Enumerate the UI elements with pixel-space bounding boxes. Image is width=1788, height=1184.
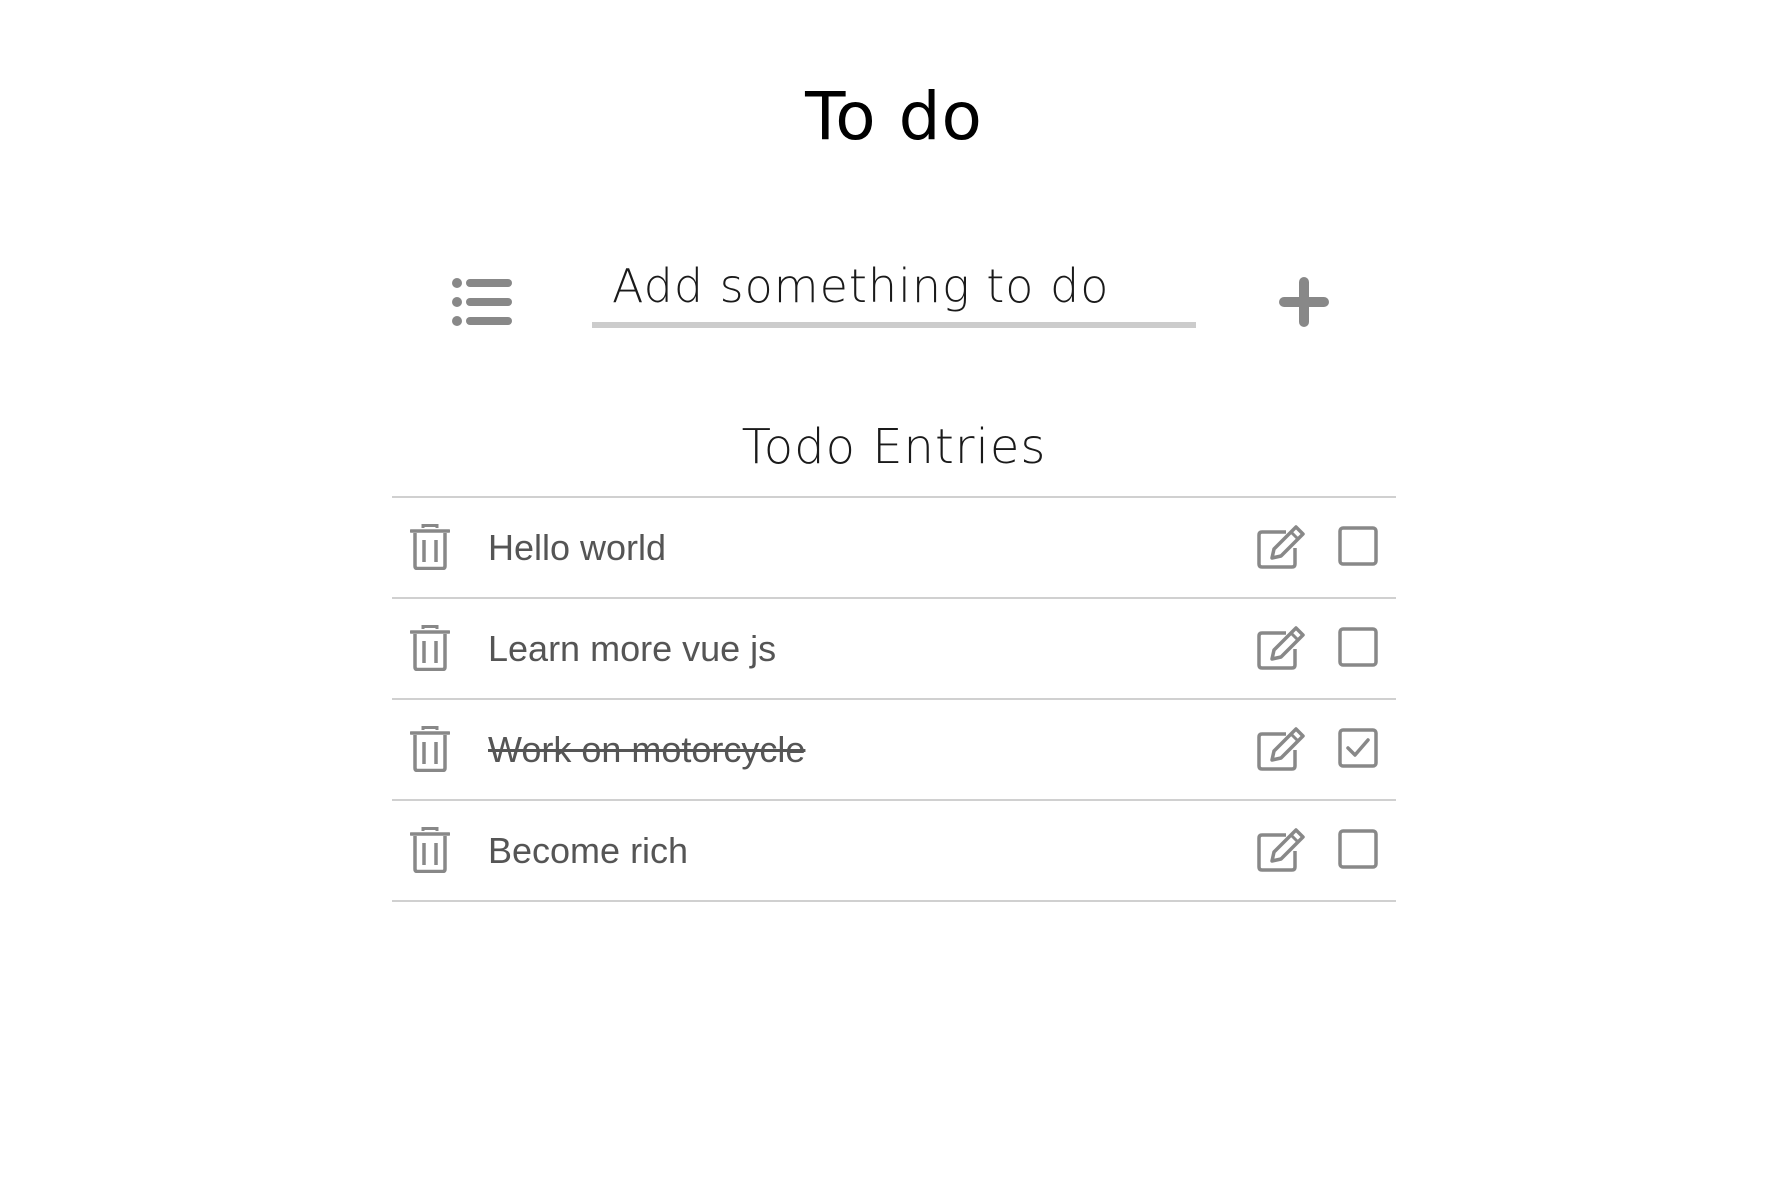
todo-item: Learn more vue js [392, 599, 1396, 700]
delete-button[interactable] [410, 625, 450, 671]
checkbox-icon [1338, 526, 1378, 566]
edit-icon [1257, 828, 1305, 872]
page-title: To do [805, 78, 983, 155]
edit-button[interactable] [1256, 625, 1306, 671]
todo-text: Learn more vue js [488, 628, 777, 669]
edit-icon [1257, 525, 1305, 569]
todo-item: Hello world [392, 498, 1396, 599]
edit-icon [1257, 626, 1305, 670]
complete-checkbox[interactable] [1338, 829, 1378, 869]
todo-text: Hello world [488, 527, 667, 568]
plus-icon [1279, 277, 1329, 327]
trash-icon [410, 625, 450, 671]
todo-item: Work on motorcycle [392, 700, 1396, 801]
complete-checkbox[interactable] [1338, 627, 1378, 667]
checkbox-icon [1338, 829, 1378, 869]
todo-list: Hello world Learn more vue js Work on mo… [392, 496, 1396, 902]
delete-button[interactable] [410, 827, 450, 873]
todo-item: Become rich [392, 801, 1396, 902]
checkbox-checked-icon [1338, 728, 1378, 768]
edit-button[interactable] [1256, 726, 1306, 772]
edit-icon [1257, 727, 1305, 771]
list-icon[interactable] [452, 278, 512, 326]
checkbox-icon [1338, 627, 1378, 667]
add-todo-input[interactable] [592, 250, 1196, 328]
trash-icon [410, 726, 450, 772]
trash-icon [410, 524, 450, 570]
section-title: Todo Entries [741, 419, 1047, 475]
todo-text: Become rich [488, 830, 689, 871]
complete-checkbox[interactable] [1338, 728, 1378, 768]
trash-icon [410, 827, 450, 873]
edit-button[interactable] [1256, 827, 1306, 873]
add-todo-form [392, 236, 1396, 346]
delete-button[interactable] [410, 524, 450, 570]
todo-text: Work on motorcycle [488, 729, 806, 770]
add-todo-button[interactable] [1276, 274, 1332, 330]
complete-checkbox[interactable] [1338, 526, 1378, 566]
delete-button[interactable] [410, 726, 450, 772]
edit-button[interactable] [1256, 524, 1306, 570]
